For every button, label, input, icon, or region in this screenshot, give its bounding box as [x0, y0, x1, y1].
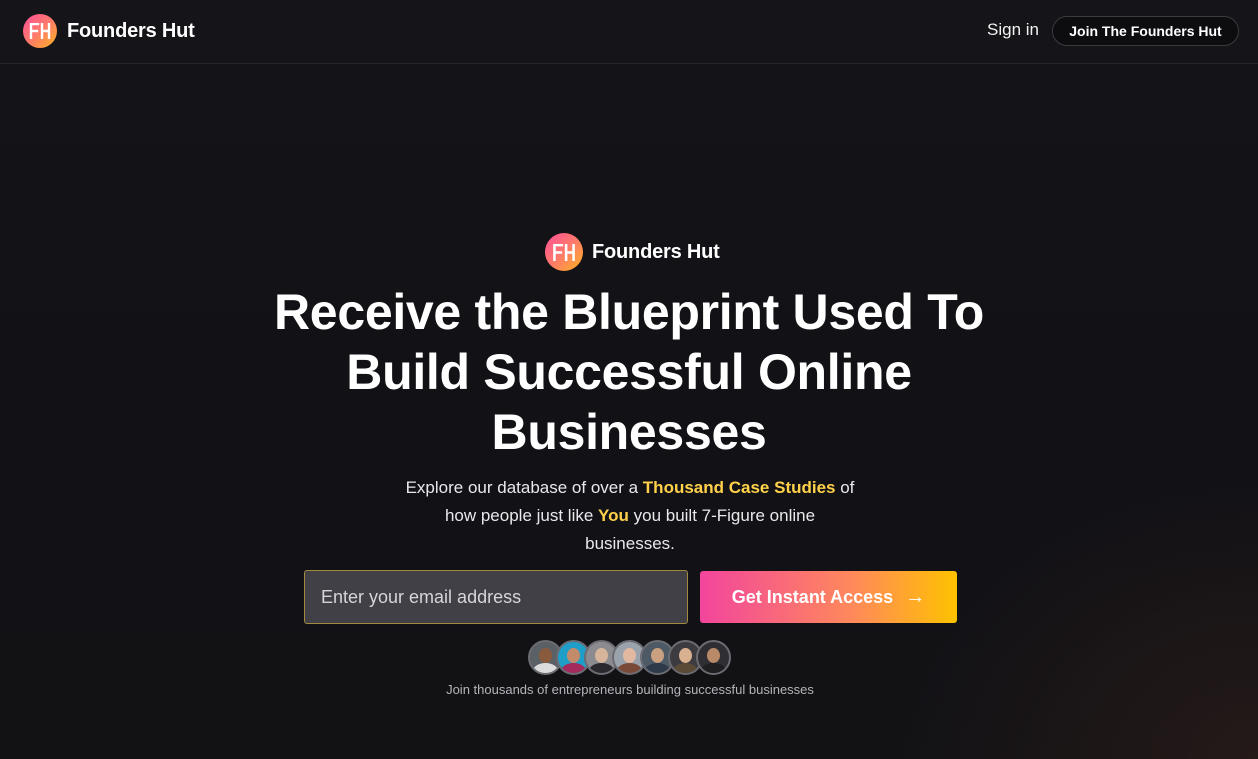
top-navigation-bar: Founders Hut Sign in Join The Founders H…	[0, 0, 1258, 64]
headline-line-1: Receive the Blueprint Used To	[274, 284, 984, 340]
hero-subtext: Explore our database of over a Thousand …	[404, 474, 856, 558]
social-proof-text: Join thousands of entrepreneurs building…	[446, 682, 814, 697]
founders-hut-logo-icon	[545, 233, 583, 271]
sign-in-link[interactable]: Sign in	[987, 20, 1039, 40]
avatar	[696, 640, 731, 675]
highlight-thousand-case-studies: Thousand Case Studies	[642, 478, 836, 497]
arrow-right-icon: →	[905, 585, 926, 608]
highlight-you: You	[598, 506, 629, 525]
subtext-part-1: Explore our database of over a	[405, 478, 643, 497]
hero-brand-name: Founders Hut	[592, 240, 720, 263]
hero-brand: Founders Hut	[545, 233, 720, 271]
founders-hut-logo-icon	[23, 14, 57, 48]
avatar-group	[528, 640, 731, 676]
brand-name: Founders Hut	[67, 19, 195, 42]
get-instant-access-button[interactable]: Get Instant Access →	[700, 571, 957, 623]
headline-line-2: Build Successful Online	[346, 344, 912, 400]
join-button[interactable]: Join The Founders Hut	[1052, 16, 1239, 46]
cta-label: Get Instant Access	[731, 586, 894, 607]
brand-home-link[interactable]: Founders Hut	[23, 14, 195, 48]
email-input[interactable]	[304, 570, 688, 624]
hero-headline: Receive the Blueprint Used To Build Succ…	[229, 282, 1029, 462]
headline-line-3: Businesses	[491, 404, 767, 460]
